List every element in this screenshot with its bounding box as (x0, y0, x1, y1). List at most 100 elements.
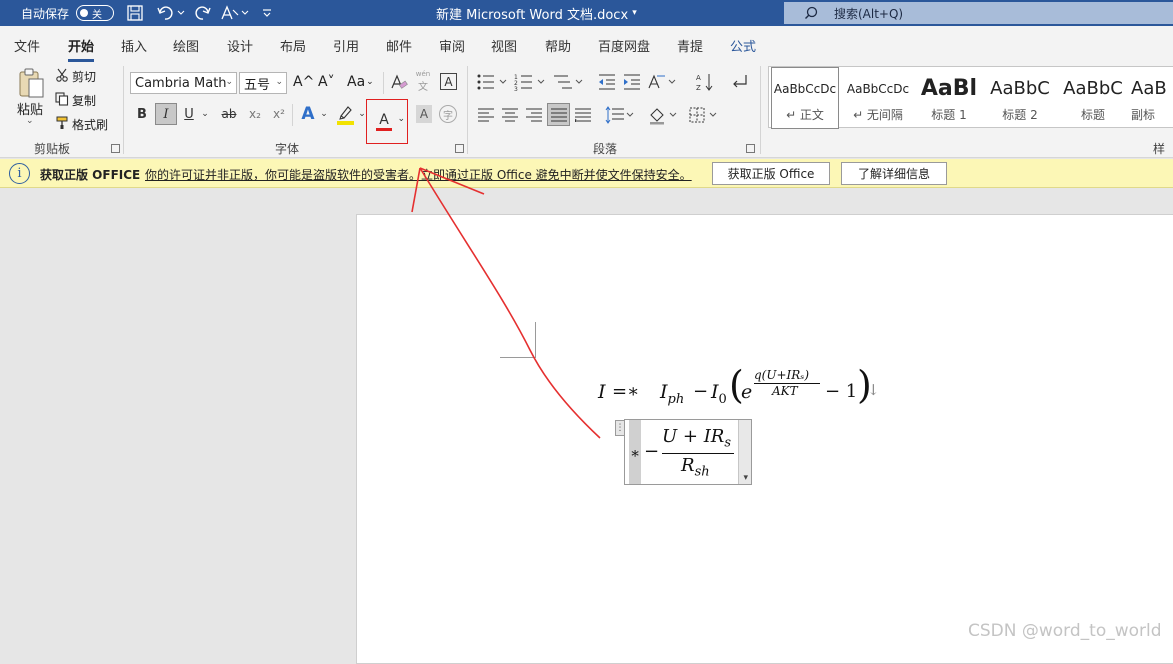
enclose-characters-button[interactable]: 字 (439, 105, 457, 123)
character-shading-button[interactable]: A (416, 105, 432, 123)
show-marks-icon[interactable] (730, 72, 750, 92)
multilevel-list-icon[interactable] (552, 72, 586, 92)
align-right-icon[interactable] (525, 106, 543, 124)
search-placeholder: 搜索(Alt+Q) (834, 6, 904, 21)
tab-layout[interactable]: 布局 (280, 36, 306, 55)
bold-button[interactable]: B (134, 105, 150, 123)
svg-text:Z: Z (696, 84, 701, 92)
format-painter-icon (54, 115, 70, 131)
cut-button[interactable]: 剪切 (72, 68, 96, 85)
title-bar: 自动保存 关 新建 Microsoft Word 文档.docx ▾ 搜索(Al… (0, 0, 1173, 26)
equation-handle-icon[interactable]: ⋮ (615, 420, 625, 436)
format-icon[interactable] (220, 0, 250, 26)
eq-exp-num: q(U+IRₛ) (754, 368, 810, 382)
shading-icon[interactable] (648, 105, 680, 125)
warning-title: 获取正版 OFFICE (40, 168, 141, 182)
style-title[interactable]: AaBbC 标题 (1059, 67, 1127, 129)
text-effects-icon[interactable]: A (298, 104, 318, 124)
tab-review[interactable]: 审阅 (439, 36, 465, 55)
style-normal[interactable]: AaBbCcDc ↵ 正文 (771, 67, 839, 129)
styles-gallery: AaBbCcDc ↵ 正文 AaBbCcDc ↵ 无间隔 AaBl 标题 1 A… (768, 66, 1173, 129)
tab-mailings[interactable]: 邮件 (386, 36, 412, 55)
tab-draw[interactable]: 绘图 (173, 36, 199, 55)
clipboard-launcher-icon[interactable] (111, 144, 120, 153)
style-heading-2[interactable]: AaBbC 标题 2 (987, 67, 1053, 129)
decrease-indent-icon[interactable] (597, 72, 617, 92)
document-page[interactable] (356, 214, 1173, 664)
customize-icon[interactable] (261, 0, 273, 26)
underline-button[interactable]: U (181, 105, 197, 123)
eq-minus: − (693, 381, 709, 402)
align-center-icon[interactable] (501, 106, 519, 124)
highlight-icon[interactable] (336, 104, 356, 126)
paste-dropdown-icon[interactable]: ⌄ (26, 116, 34, 126)
style-heading-1[interactable]: AaBl 标题 1 (917, 67, 981, 129)
align-left-icon[interactable] (477, 106, 495, 124)
font-color-button[interactable]: A ⌄ (366, 99, 408, 144)
tab-file[interactable]: 文件 (14, 36, 40, 55)
tab-references[interactable]: 引用 (333, 36, 359, 55)
shrink-font-button[interactable]: A˅ (318, 74, 335, 90)
strikethrough-button[interactable]: ab (219, 105, 239, 123)
ribbon-tabs: 文件 开始 插入 绘图 设计 布局 引用 邮件 审阅 视图 帮助 百度网盘 青提… (0, 26, 1173, 62)
style-subtitle[interactable]: AaB 副标 (1131, 67, 1173, 129)
text-effects-dropdown-icon[interactable]: ⌄ (318, 107, 330, 121)
paragraph-group-label: 段落 (593, 142, 618, 156)
ribbon: 粘贴 ⌄ 剪切 复制 格式刷 剪贴板 Cambria Math ⌄ 五号 ⌄ A^ … (0, 62, 1173, 173)
superscript-button[interactable]: x² (270, 105, 288, 123)
undo-icon[interactable] (156, 0, 186, 26)
document-title[interactable]: 新建 Microsoft Word 文档.docx ▾ (436, 0, 637, 26)
group-separator (123, 66, 124, 154)
paragraph-launcher-icon[interactable] (746, 144, 755, 153)
justify-icon[interactable] (547, 103, 570, 126)
underline-dropdown-icon[interactable]: ⌄ (199, 107, 211, 121)
tab-baidu-netdisk[interactable]: 百度网盘 (598, 36, 650, 55)
grow-font-button[interactable]: A^ (293, 74, 314, 90)
chinese-layout-icon[interactable] (647, 72, 681, 92)
redo-icon[interactable] (194, 0, 212, 26)
save-icon[interactable] (126, 0, 144, 26)
warning-message-link[interactable]: 你的许可证并非正版，你可能是盗版软件的受害者。立即通过正版 Office 避免中… (145, 166, 692, 183)
line-spacing-icon[interactable] (604, 105, 636, 125)
tab-view[interactable]: 视图 (491, 36, 517, 55)
style-no-spacing[interactable]: AaBbCcDc ↵ 无间隔 (843, 67, 913, 129)
change-case-button[interactable]: Aa ⌄ (347, 74, 374, 90)
font-size-select[interactable]: 五号 ⌄ (239, 72, 287, 94)
tab-formula[interactable]: 公式 (730, 36, 756, 55)
get-genuine-office-button[interactable]: 获取正版 Office (712, 162, 830, 185)
eq2-minus: − (644, 441, 660, 462)
character-border-button[interactable]: A (440, 73, 457, 90)
equation-box[interactable]: ⋮ ∗ − U + IRs Rsh ▾ (615, 419, 752, 485)
license-warning-bar: i 获取正版 OFFICE 你的许可证并非正版，你可能是盗版软件的受害者。立即通… (0, 159, 1173, 188)
borders-icon[interactable] (688, 105, 720, 125)
eq-e: e (741, 381, 753, 403)
italic-button[interactable]: I (155, 103, 177, 125)
clear-formatting-icon[interactable] (390, 73, 408, 91)
copy-button[interactable]: 复制 (72, 92, 96, 109)
subscript-button[interactable]: x₂ (246, 105, 264, 123)
equation-options-dropdown-icon[interactable]: ▾ (743, 473, 748, 483)
eq-exp-den: AKT (772, 384, 798, 398)
autosave-label: 自动保存 (21, 6, 70, 21)
autosave-toggle[interactable]: 关 (76, 0, 114, 26)
distributed-align-icon[interactable] (574, 106, 592, 124)
font-launcher-icon[interactable] (455, 144, 464, 153)
tab-home[interactable]: 开始 (68, 36, 95, 62)
learn-more-button[interactable]: 了解详细信息 (841, 162, 947, 185)
phonetic-guide-button[interactable]: wén 文 (414, 70, 432, 93)
tab-qingti[interactable]: 青提 (677, 36, 703, 55)
sort-icon[interactable]: AZ (695, 72, 715, 92)
tab-design[interactable]: 设计 (227, 36, 253, 55)
paste-icon[interactable] (14, 66, 48, 100)
search-box[interactable]: 搜索(Alt+Q) (784, 2, 1173, 24)
numbering-icon[interactable]: 123 (514, 72, 548, 92)
margin-mark (500, 322, 536, 358)
increase-indent-icon[interactable] (622, 72, 642, 92)
copy-icon (54, 91, 70, 107)
tab-help[interactable]: 帮助 (545, 36, 571, 55)
bullets-icon[interactable] (476, 72, 510, 92)
eq2-numerator: U + IRs (662, 426, 732, 451)
font-name-select[interactable]: Cambria Math ⌄ (130, 72, 237, 94)
format-painter-button[interactable]: 格式刷 (72, 116, 108, 133)
tab-insert[interactable]: 插入 (121, 36, 147, 55)
